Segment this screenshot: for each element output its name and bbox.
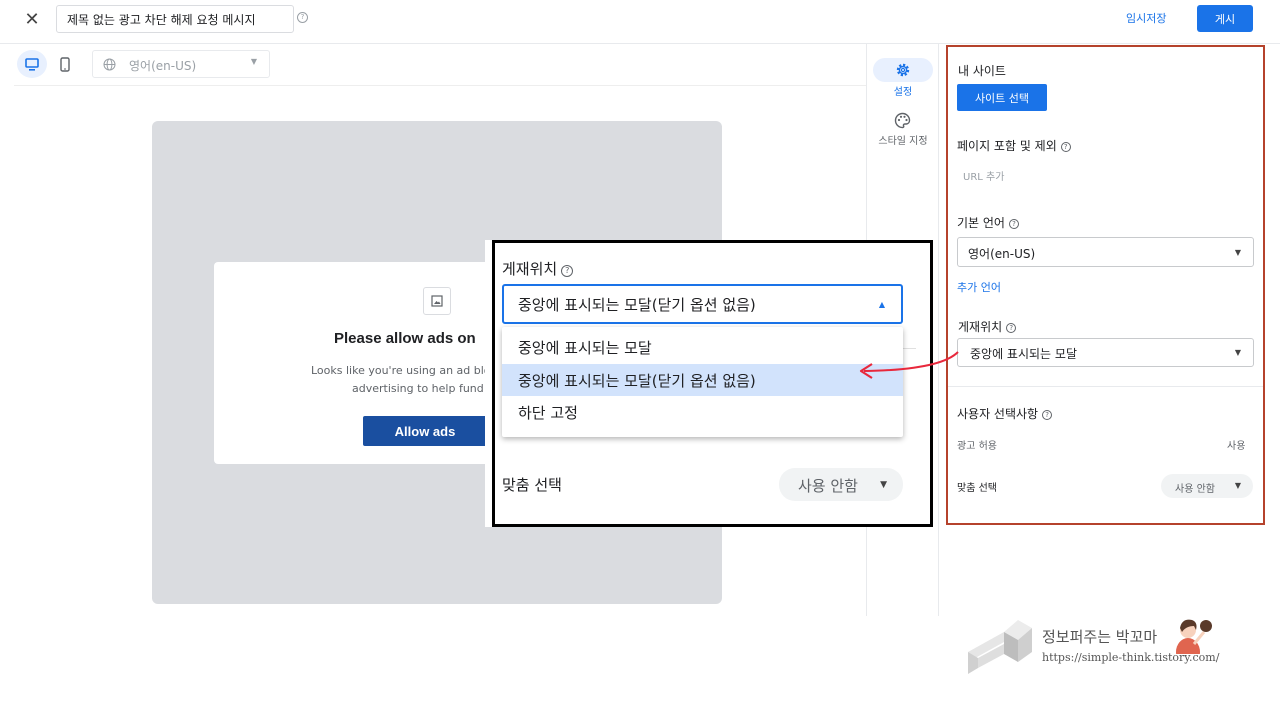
help-icon[interactable]: ? bbox=[297, 12, 308, 23]
user-choice-label-text: 사용자 선택사항 bbox=[957, 407, 1039, 421]
card-title: Please allow ads on bbox=[334, 330, 476, 347]
position-label-text: 게재위치 bbox=[958, 320, 1003, 334]
close-button[interactable]: ✕ bbox=[18, 6, 46, 32]
nav-settings[interactable]: 설정 bbox=[872, 56, 934, 98]
chevron-down-icon: ▼ bbox=[1234, 348, 1241, 357]
default-language-value: 영어(en-US) bbox=[968, 247, 1036, 261]
add-url-input[interactable]: URL 추가 bbox=[963, 168, 1004, 183]
custom-choice-value: 사용 안함 bbox=[1175, 484, 1215, 495]
chevron-down-icon: ▼ bbox=[1234, 248, 1241, 257]
preview-message-card: Please allow ads on Looks like you're us… bbox=[214, 262, 504, 464]
default-language-select[interactable]: 영어(en-US) ▼ bbox=[957, 237, 1254, 267]
help-icon[interactable]: ? bbox=[1008, 219, 1019, 229]
annotation-arrow bbox=[859, 351, 959, 379]
nav-settings-label: 설정 bbox=[893, 87, 913, 98]
watermark-avatar bbox=[1176, 619, 1212, 654]
page-include-label-text: 페이지 포함 및 제외 bbox=[957, 139, 1057, 153]
allow-ads-button[interactable]: Allow ads bbox=[363, 416, 504, 446]
preview-language-value: 영어(en-US) bbox=[129, 59, 197, 73]
desktop-icon bbox=[25, 57, 39, 71]
select-site-button[interactable]: 사이트 선택 bbox=[957, 84, 1047, 111]
help-icon[interactable]: ? bbox=[1042, 410, 1053, 420]
user-choice-label: 사용자 선택사항? bbox=[957, 405, 1053, 422]
mobile-view-button[interactable] bbox=[55, 53, 75, 75]
nav-style-label: 스타일 지정 bbox=[878, 136, 928, 147]
custom-choice-select[interactable]: 사용 안함 ▼ bbox=[1161, 474, 1253, 498]
help-icon[interactable]: ? bbox=[1060, 142, 1071, 152]
nav-style[interactable]: 스타일 지정 bbox=[866, 110, 940, 150]
image-icon bbox=[423, 287, 451, 315]
title-input[interactable]: 제목 없는 광고 차단 해제 요청 메시지 bbox=[56, 5, 294, 33]
watermark-logo bbox=[968, 620, 1032, 674]
close-icon: ✕ bbox=[24, 8, 40, 30]
preview-language-select[interactable]: 영어(en-US) ▼ bbox=[92, 50, 270, 78]
position-label: 게재위치? bbox=[958, 318, 1017, 335]
allow-ads-value: 사용 bbox=[1227, 441, 1246, 452]
default-language-label: 기본 언어? bbox=[957, 214, 1019, 231]
publish-button[interactable]: 게시 bbox=[1197, 5, 1253, 32]
chevron-down-icon: ▼ bbox=[250, 57, 257, 66]
globe-icon bbox=[103, 58, 116, 71]
save-draft-button[interactable]: 임시저장 bbox=[1126, 10, 1166, 26]
palette-icon bbox=[894, 112, 911, 129]
my-site-label: 내 사이트 bbox=[958, 64, 1006, 78]
add-language-link[interactable]: 추가 언어 bbox=[957, 279, 1001, 295]
card-description: advertising to help fund o bbox=[352, 382, 494, 395]
help-icon[interactable]: ? bbox=[1006, 323, 1017, 333]
watermark-title: 정보퍼주는 박꼬마 bbox=[1042, 628, 1158, 646]
position-select[interactable]: 중앙에 표시되는 모달 ▼ bbox=[957, 338, 1254, 367]
card-description: Looks like you're using an ad bloc bbox=[311, 364, 497, 377]
divider bbox=[948, 386, 1263, 387]
default-language-label-text: 기본 언어 bbox=[957, 216, 1005, 230]
page-include-label: 페이지 포함 및 제외? bbox=[957, 137, 1071, 154]
desktop-view-button[interactable] bbox=[17, 50, 47, 78]
mobile-icon bbox=[60, 56, 70, 72]
chevron-down-icon: ▼ bbox=[1234, 481, 1241, 490]
gear-icon bbox=[896, 63, 910, 77]
position-value: 중앙에 표시되는 모달 bbox=[970, 347, 1077, 361]
allow-ads-label: 광고 허용 bbox=[957, 441, 997, 452]
custom-choice-label: 맞춤 선택 bbox=[957, 483, 997, 494]
divider bbox=[0, 43, 1280, 44]
divider bbox=[14, 85, 866, 86]
